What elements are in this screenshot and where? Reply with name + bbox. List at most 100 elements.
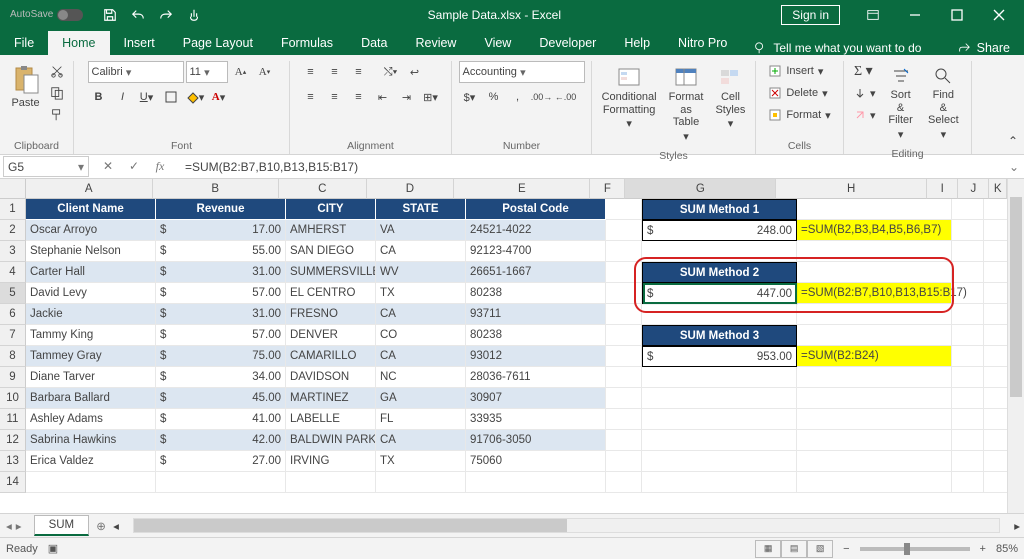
autosave-toggle[interactable]: AutoSave	[4, 7, 89, 23]
conditional-formatting-button[interactable]: Conditional Formatting▾	[596, 61, 663, 148]
underline-button[interactable]: U ▾	[136, 86, 158, 108]
cell[interactable]: 80238	[466, 283, 606, 304]
name-box[interactable]: G5▾	[3, 156, 89, 177]
cell[interactable]: Jackie	[26, 304, 156, 325]
tab-help[interactable]: Help	[610, 31, 664, 55]
cell[interactable]	[952, 325, 984, 346]
expand-formula-bar-icon[interactable]: ⌄	[1004, 160, 1024, 174]
cell[interactable]: Stephanie Nelson	[26, 241, 156, 262]
row-header[interactable]: 12	[0, 430, 26, 451]
cell[interactable]: $248.00	[642, 220, 797, 241]
cell[interactable]	[797, 472, 952, 493]
cell[interactable]	[606, 304, 642, 325]
cell[interactable]	[952, 241, 984, 262]
cell[interactable]: CA	[376, 304, 466, 325]
cell[interactable]: Sabrina Hawkins	[26, 430, 156, 451]
cell[interactable]: $447.00	[642, 283, 797, 304]
column-header[interactable]: E	[454, 179, 590, 199]
cell[interactable]: CA	[376, 241, 466, 262]
tab-developer[interactable]: Developer	[525, 31, 610, 55]
cell[interactable]: $57.00	[156, 283, 286, 304]
cell[interactable]: =SUM(B2,B3,B4,B5,B6,B7)	[797, 220, 952, 241]
grow-font-icon[interactable]: A▴	[230, 61, 252, 83]
cell[interactable]: $27.00	[156, 451, 286, 472]
cell[interactable]: Client Name	[26, 199, 156, 220]
cell[interactable]: Revenue	[156, 199, 286, 220]
number-format-combo[interactable]: Accounting▾	[459, 61, 585, 83]
cell[interactable]: Postal Code	[466, 199, 606, 220]
cell[interactable]	[797, 241, 952, 262]
tab-review[interactable]: Review	[401, 31, 470, 55]
collapse-ribbon-icon[interactable]: ⌃	[1002, 61, 1024, 154]
cell[interactable]	[952, 220, 984, 241]
cell[interactable]	[156, 472, 286, 493]
row-header[interactable]: 14	[0, 472, 26, 493]
row-header[interactable]: 13	[0, 451, 26, 472]
cell[interactable]	[952, 472, 984, 493]
ribbon-options-icon[interactable]	[852, 0, 894, 29]
tab-home[interactable]: Home	[48, 31, 109, 55]
cell[interactable]	[606, 451, 642, 472]
cell[interactable]	[606, 199, 642, 220]
cell[interactable]: CO	[376, 325, 466, 346]
close-icon[interactable]	[978, 0, 1020, 29]
cell[interactable]	[642, 241, 797, 262]
clear-icon[interactable]: ▾	[850, 105, 880, 125]
cell[interactable]	[952, 283, 984, 304]
find-select-button[interactable]: Find & Select▾	[922, 61, 965, 146]
cell[interactable]: $75.00	[156, 346, 286, 367]
format-as-table-button[interactable]: Format as Table▾	[663, 61, 710, 148]
cell[interactable]	[466, 472, 606, 493]
cell[interactable]	[606, 367, 642, 388]
cell[interactable]: 93012	[466, 346, 606, 367]
increase-indent-icon[interactable]: ⇥	[396, 86, 418, 108]
horizontal-scrollbar[interactable]: ◂▸	[113, 518, 1024, 533]
enter-formula-icon[interactable]: ✓	[121, 159, 147, 174]
row-header[interactable]: 4	[0, 262, 26, 283]
shrink-font-icon[interactable]: A▾	[254, 61, 276, 83]
align-center-icon[interactable]: ≡	[324, 86, 346, 108]
cell[interactable]: TX	[376, 283, 466, 304]
cell[interactable]	[606, 409, 642, 430]
wrap-text-icon[interactable]: ↩	[404, 61, 426, 83]
cell[interactable]: Diane Tarver	[26, 367, 156, 388]
column-header[interactable]: K	[989, 179, 1007, 199]
zoom-slider[interactable]	[860, 547, 970, 551]
share-button[interactable]: Share	[957, 41, 1024, 55]
copy-icon[interactable]	[46, 83, 68, 103]
row-header[interactable]: 1	[0, 199, 26, 220]
cell[interactable]	[606, 220, 642, 241]
cell[interactable]: NC	[376, 367, 466, 388]
cell[interactable]: WV	[376, 262, 466, 283]
row-header[interactable]: 6	[0, 304, 26, 325]
cell[interactable]: $953.00	[642, 346, 797, 367]
spreadsheet-grid[interactable]: ABCDEFGHIJK 1234567891011121314 Client N…	[0, 179, 1024, 513]
column-header[interactable]: H	[776, 179, 927, 199]
cell[interactable]: 92123-4700	[466, 241, 606, 262]
cancel-formula-icon[interactable]: ✕	[95, 159, 121, 174]
cell[interactable]: Ashley Adams	[26, 409, 156, 430]
redo-icon[interactable]	[153, 0, 179, 29]
fx-icon[interactable]: fx	[147, 159, 173, 174]
cell[interactable]: 91706-3050	[466, 430, 606, 451]
italic-button[interactable]: I	[112, 86, 134, 108]
cell[interactable]: CA	[376, 346, 466, 367]
cell[interactable]: SAN DIEGO	[286, 241, 376, 262]
column-header[interactable]: J	[958, 179, 989, 199]
cell[interactable]: CITY	[286, 199, 376, 220]
cell-styles-button[interactable]: Cell Styles▾	[709, 61, 751, 148]
cell[interactable]: SUM Method 1	[642, 199, 797, 220]
cell[interactable]	[286, 472, 376, 493]
cell[interactable]	[606, 472, 642, 493]
tab-nitro-pro[interactable]: Nitro Pro	[664, 31, 741, 55]
bold-button[interactable]: B	[88, 86, 110, 108]
cell[interactable]	[606, 325, 642, 346]
cell[interactable]: VA	[376, 220, 466, 241]
merge-center-icon[interactable]: ⊞▾	[420, 86, 442, 108]
cell[interactable]	[797, 409, 952, 430]
column-header[interactable]: G	[625, 179, 776, 199]
row-header[interactable]: 5	[0, 283, 26, 304]
cell[interactable]: SUMMERSVILLE	[286, 262, 376, 283]
cell[interactable]	[797, 304, 952, 325]
cell[interactable]	[797, 262, 952, 283]
